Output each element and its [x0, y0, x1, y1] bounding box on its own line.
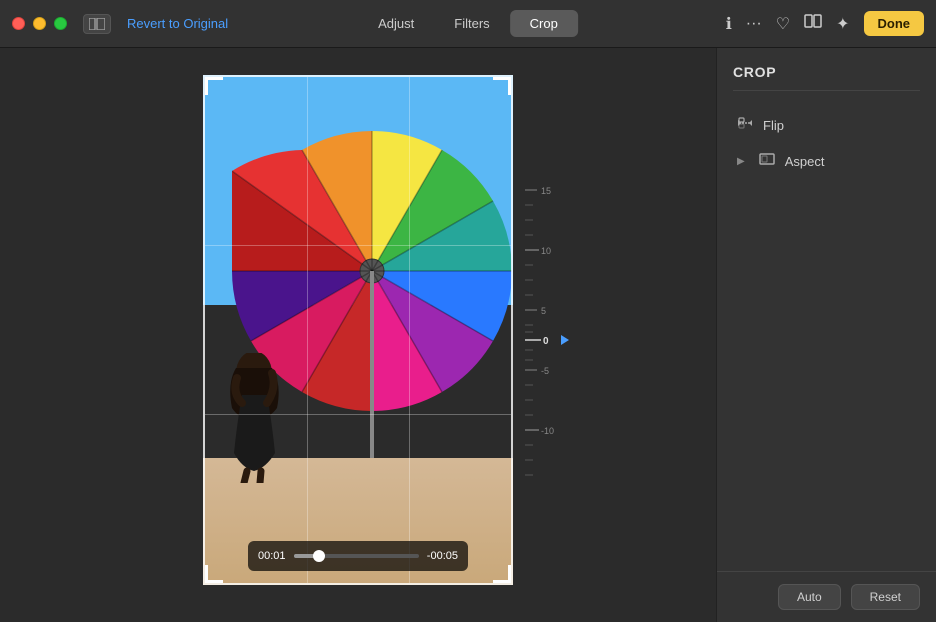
panel-title: CROP: [733, 64, 920, 91]
grid-line-h2: [205, 414, 511, 415]
flip-item[interactable]: Flip: [733, 107, 920, 143]
current-time: 00:01: [258, 550, 286, 562]
svg-text:-10: -10: [541, 426, 554, 436]
crop-corner-br[interactable]: [493, 565, 511, 583]
more-icon[interactable]: ···: [746, 15, 762, 33]
view-controls: [83, 14, 111, 34]
crop-border: [203, 75, 513, 585]
panel-bottom: Auto Reset: [717, 571, 936, 622]
magic-icon[interactable]: ✦: [836, 14, 849, 34]
main-content: 15 10 5 0: [0, 48, 936, 622]
right-panel: CROP Flip ▶: [716, 48, 936, 622]
heart-icon[interactable]: ♡: [776, 14, 790, 34]
minimize-button[interactable]: [33, 17, 46, 30]
crop-corner-bl[interactable]: [205, 565, 223, 583]
panel-toggle-icon[interactable]: [83, 14, 111, 34]
photo-container: 15 10 5 0: [203, 75, 513, 585]
rotation-dial[interactable]: 15 10 5 0: [525, 170, 585, 490]
revert-button[interactable]: Revert to Original: [127, 16, 228, 31]
reset-button[interactable]: Reset: [851, 584, 920, 610]
panel-section-crop: CROP Flip ▶: [717, 48, 936, 571]
aspect-label: Aspect: [785, 154, 825, 169]
flip-label: Flip: [763, 118, 784, 133]
tab-adjust[interactable]: Adjust: [358, 10, 434, 37]
maximize-button[interactable]: [54, 17, 67, 30]
svg-text:-5: -5: [541, 366, 549, 376]
grid-line-v2: [409, 77, 410, 583]
done-button[interactable]: Done: [864, 11, 925, 36]
timeline-track[interactable]: [294, 554, 419, 558]
nav-tabs: Adjust Filters Crop: [358, 10, 578, 37]
crop-corner-tr[interactable]: [493, 77, 511, 95]
svg-text:15: 15: [541, 186, 551, 196]
tab-crop[interactable]: Crop: [510, 10, 578, 37]
svg-text:0: 0: [543, 336, 549, 347]
aspect-chevron-icon: ▶: [737, 156, 745, 167]
aspect-item[interactable]: ▶ Aspect: [733, 143, 920, 179]
svg-text:10: 10: [541, 246, 551, 256]
flip-icon: [737, 115, 753, 135]
titlebar: Revert to Original Adjust Filters Crop ℹ…: [0, 0, 936, 48]
svg-text:5: 5: [541, 306, 546, 316]
grid-line-v1: [307, 77, 308, 583]
timeline-thumb[interactable]: [313, 550, 325, 562]
compare-icon[interactable]: [804, 12, 822, 35]
traffic-lights: [12, 17, 67, 30]
info-icon[interactable]: ℹ: [726, 14, 732, 34]
close-button[interactable]: [12, 17, 25, 30]
remaining-time: -00:05: [427, 550, 458, 562]
crop-corner-tl[interactable]: [205, 77, 223, 95]
photo-area: 15 10 5 0: [0, 48, 716, 622]
titlebar-actions: ℹ ··· ♡ ✦ Done: [726, 11, 924, 36]
aspect-icon: [759, 151, 775, 171]
auto-button[interactable]: Auto: [778, 584, 841, 610]
video-timeline: 00:01 -00:05: [248, 541, 468, 571]
tab-filters[interactable]: Filters: [434, 10, 509, 37]
grid-line-h1: [205, 245, 511, 246]
